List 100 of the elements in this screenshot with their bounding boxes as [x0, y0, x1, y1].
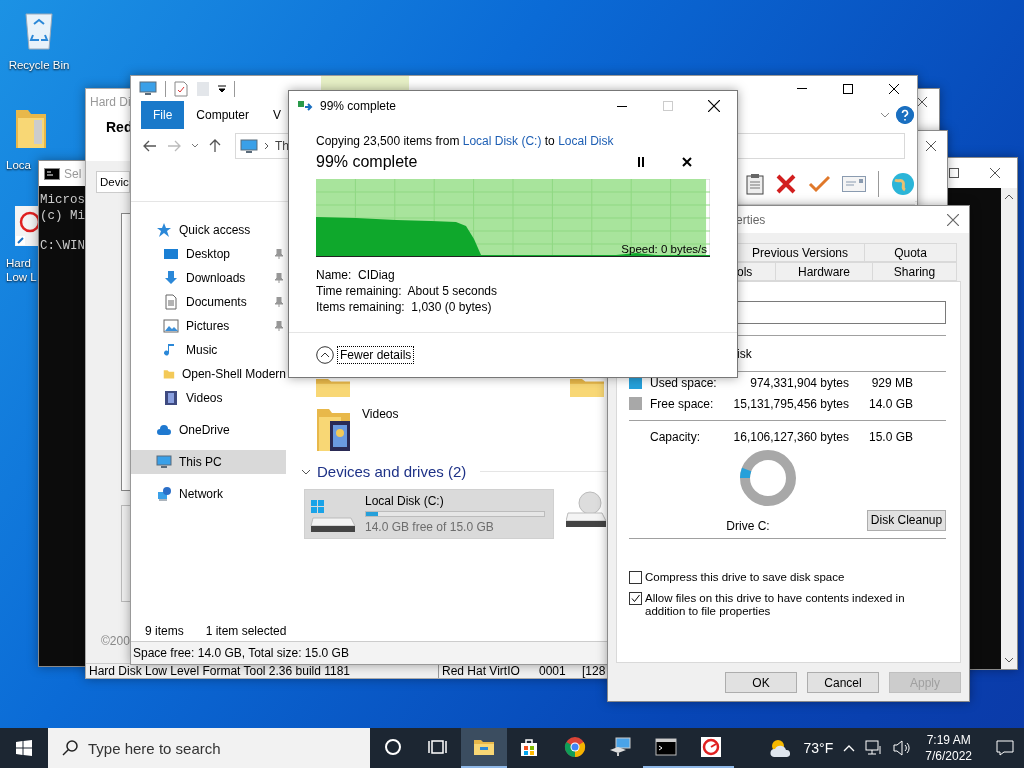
chevron-up-icon[interactable]: [316, 346, 334, 364]
nav-item[interactable]: Quick access: [131, 217, 286, 242]
maximize-icon[interactable]: [949, 168, 959, 178]
scroll-up-icon[interactable]: [1005, 194, 1013, 199]
nav-item[interactable]: Pictures: [131, 313, 286, 338]
byte-count: 974,331,904 bytes: [749, 375, 849, 390]
destination-link[interactable]: Local Disk: [558, 134, 614, 148]
checkbox-label[interactable]: Allow files on this drive to have contents indexed in addition to file properties: [645, 592, 946, 618]
size-text: 929 MB: [870, 375, 913, 390]
nav-item[interactable]: Open-Shell Modern: [131, 361, 286, 386]
search-field[interactable]: Type here to search: [48, 728, 370, 768]
cross-icon[interactable]: [776, 173, 796, 194]
pin-icon[interactable]: [274, 272, 284, 283]
nav-item[interactable]: OneDrive: [131, 417, 286, 442]
gauge-icon: [699, 735, 724, 759]
cancel-icon[interactable]: [682, 157, 692, 167]
back-arrow-icon[interactable]: [143, 140, 157, 153]
pause-icon[interactable]: [637, 157, 645, 167]
help-icon[interactable]: [896, 105, 914, 124]
pin-icon[interactable]: [274, 296, 284, 307]
up-arrow-icon[interactable]: [209, 139, 221, 154]
ribbon-tab[interactable]: Computer: [184, 101, 262, 129]
computer-icon: [240, 139, 258, 154]
speed-text: Speed: 0 bytes/s: [621, 243, 707, 255]
nav-item[interactable]: Downloads: [131, 265, 286, 290]
video-folder-icon[interactable]: [316, 406, 352, 453]
desktop-icon-label[interactable]: Loca: [6, 158, 31, 172]
dropdown-icon[interactable]: [218, 84, 226, 93]
chevron-down-icon[interactable]: [301, 468, 311, 475]
clock[interactable]: 7:19 AM 7/6/2022: [925, 732, 972, 764]
fewer-details-link[interactable]: Fewer details: [337, 346, 415, 364]
byte-count: 15,131,795,456 bytes: [732, 396, 849, 411]
scroll-down-icon[interactable]: [1005, 658, 1013, 663]
windows-logo-icon[interactable]: [16, 740, 32, 756]
tab[interactable]: Previous Versions: [735, 243, 865, 262]
dialog-button[interactable]: Cancel: [807, 672, 879, 693]
close-icon[interactable]: [889, 83, 899, 94]
chevron-right-icon[interactable]: [264, 142, 269, 151]
minimize-icon[interactable]: [617, 105, 627, 107]
nav-item[interactable]: Videos: [131, 385, 286, 410]
tab[interactable]: Hardware: [775, 262, 873, 281]
status-text: Space free: 14.0 GB, Total size: 15.0 GB: [133, 646, 349, 661]
close-icon[interactable]: [990, 168, 1000, 178]
progress-heading: 99% complete: [316, 153, 419, 171]
folder-icon: [570, 378, 604, 397]
status-text: 9 items: [145, 623, 184, 638]
type-text: isk: [737, 346, 752, 361]
close-icon[interactable]: [926, 141, 936, 151]
tab[interactable]: Devic: [96, 171, 130, 193]
desktop-icon-label[interactable]: Hard Low L: [6, 256, 40, 284]
clipboard-icon[interactable]: [746, 172, 764, 195]
desktop-icon-label[interactable]: Recycle Bin: [8, 58, 70, 72]
window-title: Hard Di: [90, 95, 131, 109]
chevron-down-icon[interactable]: [880, 111, 890, 118]
tab[interactable]: Quota: [864, 243, 957, 262]
chevron-down-icon[interactable]: [191, 143, 199, 150]
copyright-text: ©200: [101, 634, 131, 648]
window-title: Sel: [64, 166, 82, 181]
copy-icon: [298, 100, 314, 112]
disk-cleanup-button[interactable]: Disk Cleanup: [867, 509, 946, 531]
temperature-text[interactable]: 73°F: [803, 740, 834, 756]
nav-item[interactable]: This PC: [131, 449, 286, 474]
nav-item[interactable]: Music: [131, 337, 286, 362]
folder-label[interactable]: Videos: [362, 406, 399, 457]
checkbox-label[interactable]: Compress this drive to save disk space: [645, 571, 845, 584]
dialog-button[interactable]: OK: [725, 672, 797, 693]
copy-summary: Copying 23,500 items from Local Disk (C:) to Local Disk: [316, 133, 615, 150]
network-icon[interactable]: [865, 740, 884, 756]
tab[interactable]: ols: [736, 262, 776, 281]
properties-icon[interactable]: [174, 80, 188, 97]
close-icon[interactable]: [917, 97, 927, 107]
ribbon-tab[interactable]: File: [141, 101, 185, 129]
source-link[interactable]: Local Disk (C:): [462, 134, 542, 148]
status-text: 0001: [538, 664, 567, 678]
close-icon[interactable]: [708, 100, 720, 112]
taskbar-app[interactable]: [461, 728, 507, 768]
scrollbar[interactable]: [1001, 188, 1017, 669]
pin-icon[interactable]: [274, 248, 284, 259]
maximize-icon[interactable]: [843, 83, 853, 94]
tab[interactable]: Sharing: [872, 262, 957, 281]
notification-icon[interactable]: [996, 740, 1014, 756]
nav-item[interactable]: Documents: [131, 289, 286, 314]
group-header: Devices and drives (2): [317, 463, 467, 481]
volume-icon[interactable]: [893, 740, 912, 756]
nav-item[interactable]: Network: [131, 481, 286, 506]
checkbox[interactable]: [629, 592, 642, 605]
computer-icon: [608, 735, 633, 759]
drive-tile[interactable]: Local Disk (C:) 14.0 GB free of 15.0 GB: [304, 488, 554, 539]
space-label: Free space:: [650, 396, 715, 411]
nav-item[interactable]: Desktop: [131, 241, 286, 266]
checkmark-icon[interactable]: [808, 174, 830, 193]
breadcrumb-item[interactable]: Th: [275, 139, 289, 154]
pin-icon[interactable]: [274, 320, 284, 331]
checkbox[interactable]: [629, 571, 642, 584]
document-icon: [163, 293, 179, 310]
status-text: [128: [581, 664, 606, 678]
computer-icon: [139, 81, 157, 96]
status-text: 1 item selected: [205, 623, 287, 638]
drive-free-text: 14.0 GB free of 15.0 GB: [365, 519, 495, 534]
envelope-icon[interactable]: [842, 175, 866, 192]
